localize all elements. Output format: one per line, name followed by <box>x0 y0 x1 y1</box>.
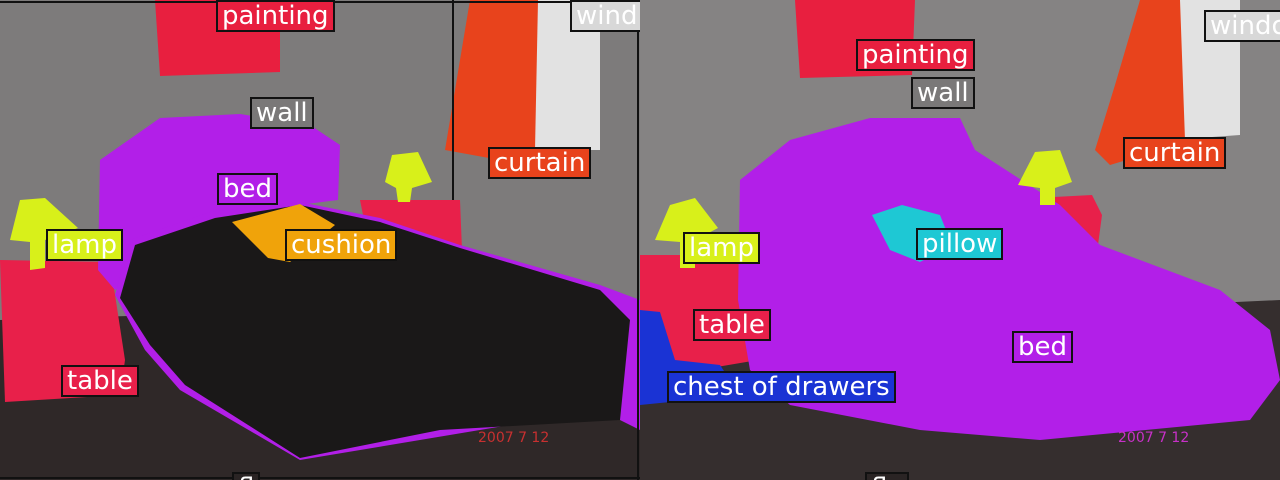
left-watermark: 2007 7 12 <box>478 430 549 446</box>
label-bed: bed <box>1012 331 1074 363</box>
label-cushion: cushion <box>285 229 398 261</box>
label-painting: painting <box>216 0 335 32</box>
label-window: wind <box>570 0 640 32</box>
label-curtain: curtain <box>1123 137 1227 169</box>
label-painting: painting <box>856 39 975 71</box>
label-chest-of-drawers: chest of drawers <box>667 371 896 403</box>
label-table: table <box>693 309 771 341</box>
label-wall: wall <box>250 97 314 129</box>
label-lamp: lamp <box>683 232 760 264</box>
label-table: table <box>61 365 139 397</box>
right-segmentation-panel: 2007 7 12 painting windo wall curtain pi… <box>640 0 1280 480</box>
label-floor: flo <box>865 472 910 480</box>
label-bed: bed <box>217 173 279 205</box>
label-floor: fl <box>232 472 261 480</box>
label-window: windo <box>1204 10 1280 42</box>
label-lamp: lamp <box>46 229 123 261</box>
label-wall: wall <box>911 77 975 109</box>
label-curtain: curtain <box>488 147 592 179</box>
left-segmentation-panel: 2007 7 12 painting wind wall curtain bed… <box>0 0 640 480</box>
label-pillow: pillow <box>916 228 1004 260</box>
right-watermark: 2007 7 12 <box>1118 430 1189 446</box>
